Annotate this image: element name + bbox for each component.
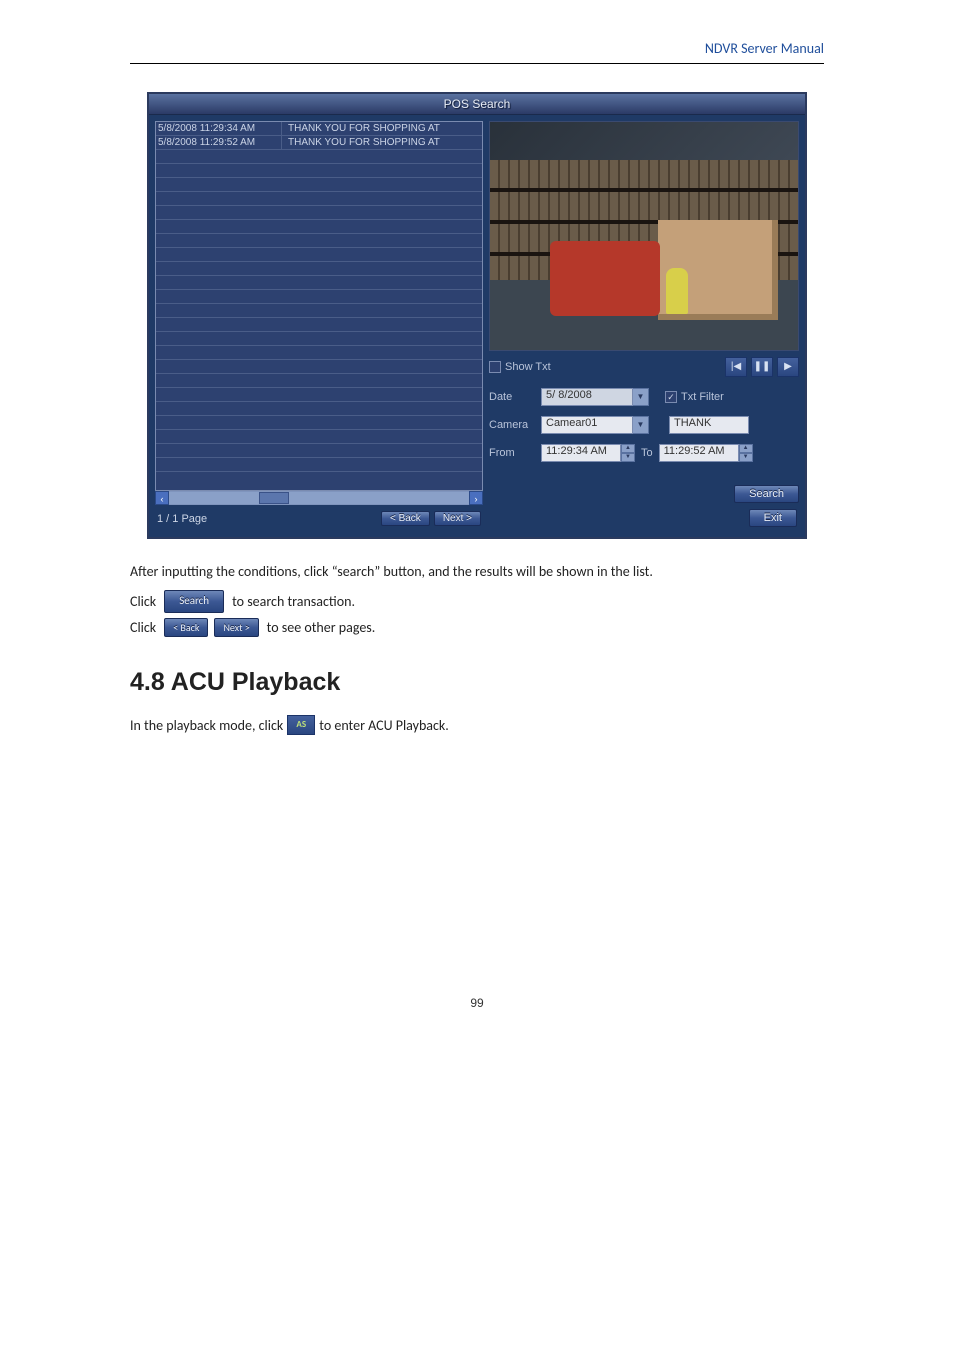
to-label: To <box>641 447 653 459</box>
result-time: 5/8/2008 11:29:52 AM <box>156 136 282 149</box>
paragraph: In the playback mode, click AS to enter … <box>130 715 824 736</box>
text: to enter ACU Playback. <box>319 715 449 736</box>
camera-label: Camera <box>489 419 535 431</box>
camera-field[interactable]: Camear01 <box>541 416 633 434</box>
scroll-left-icon[interactable]: ‹ <box>155 491 169 505</box>
show-txt-checkbox[interactable] <box>489 361 501 373</box>
pos-search-title: POS Search <box>149 94 805 115</box>
from-time-field[interactable]: 11:29:34 AM <box>541 444 621 462</box>
txt-filter-checkbox[interactable] <box>665 391 677 403</box>
back-button-illustration: < Back <box>164 618 208 637</box>
chevron-down-icon[interactable]: ▼ <box>633 388 649 406</box>
result-text: THANK YOU FOR SHOPPING AT <box>282 136 482 149</box>
filter-text-field[interactable]: THANK <box>669 416 749 434</box>
text: Click <box>130 617 156 638</box>
paragraph: Click < Back Next > to see other pages. <box>130 617 824 638</box>
paragraph: After inputting the conditions, click “s… <box>130 561 824 582</box>
pos-results-panel: 5/8/2008 11:29:34 AM THANK YOU FOR SHOPP… <box>149 115 489 537</box>
text: Click <box>130 591 156 612</box>
pos-preview-panel: Show Txt |◀ ❚❚ ▶ Date 5/ 8/2008 ▼ <box>489 115 805 537</box>
next-button-illustration: Next > <box>214 618 258 637</box>
rewind-button[interactable]: |◀ <box>725 357 747 377</box>
search-button-illustration: Search <box>164 590 224 613</box>
date-label: Date <box>489 391 535 403</box>
play-button[interactable]: ▶ <box>777 357 799 377</box>
table-row[interactable]: 5/8/2008 11:29:34 AM THANK YOU FOR SHOPP… <box>156 122 482 136</box>
from-label: From <box>489 447 535 459</box>
text: to see other pages. <box>267 617 376 638</box>
header-manual-title: NDVR Server Manual <box>130 40 824 64</box>
page-number: 99 <box>130 996 824 1010</box>
to-time-field[interactable]: 11:29:52 AM <box>659 444 739 462</box>
paragraph: Click Search to search transaction. <box>130 590 824 613</box>
text: to search transaction. <box>232 591 355 612</box>
results-table: 5/8/2008 11:29:34 AM THANK YOU FOR SHOPP… <box>155 121 483 491</box>
date-field[interactable]: 5/ 8/2008 <box>541 388 633 406</box>
pagination-label: 1 / 1 Page <box>157 513 207 525</box>
text: In the playback mode, click <box>130 715 283 736</box>
back-button[interactable]: < Back <box>381 511 430 526</box>
search-button[interactable]: Search <box>734 485 799 503</box>
show-txt-label: Show Txt <box>505 361 551 373</box>
pause-button[interactable]: ❚❚ <box>751 357 773 377</box>
txt-filter-label: Txt Filter <box>681 391 724 403</box>
exit-button[interactable]: Exit <box>749 509 797 527</box>
pos-search-window: POS Search 5/8/2008 11:29:34 AM THANK YO… <box>147 92 807 539</box>
scroll-right-icon[interactable]: › <box>469 491 483 505</box>
spin-up-icon[interactable]: ▲ <box>621 444 635 453</box>
chevron-down-icon[interactable]: ▼ <box>633 416 649 434</box>
section-heading: 4.8 ACU Playback <box>130 668 824 697</box>
spin-up-icon[interactable]: ▲ <box>739 444 753 453</box>
results-hscrollbar[interactable]: ‹ › <box>155 491 483 505</box>
next-button[interactable]: Next > <box>434 511 481 526</box>
spin-down-icon[interactable]: ▼ <box>621 453 635 462</box>
result-text: THANK YOU FOR SHOPPING AT <box>282 122 482 135</box>
table-row[interactable]: 5/8/2008 11:29:52 AM THANK YOU FOR SHOPP… <box>156 136 482 150</box>
spin-down-icon[interactable]: ▼ <box>739 453 753 462</box>
video-preview <box>489 121 799 351</box>
acu-search-icon: AS <box>287 715 315 735</box>
result-time: 5/8/2008 11:29:34 AM <box>156 122 282 135</box>
